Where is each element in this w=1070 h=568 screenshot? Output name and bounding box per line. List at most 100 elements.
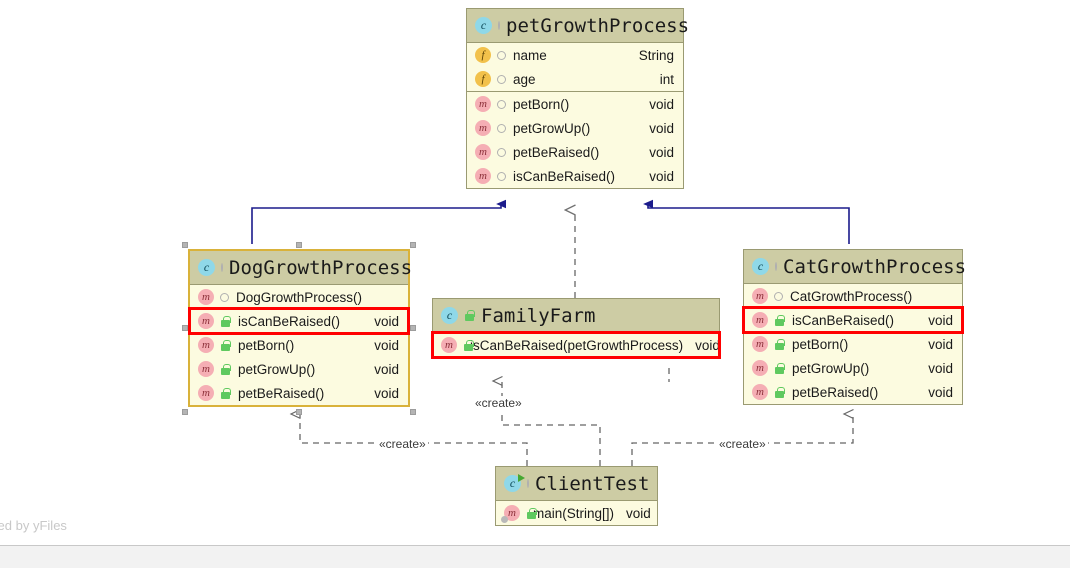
package-visibility-icon [497, 99, 506, 109]
method-icon: m [475, 168, 491, 184]
constructor-row[interactable]: m CatGrowthProcess() [744, 284, 962, 308]
member-name: petGrowUp() [238, 361, 316, 377]
member-name: petBorn() [238, 337, 295, 353]
member-type: void [374, 313, 399, 329]
member-type: void [649, 96, 674, 112]
class-node-clienttest[interactable]: c ClientTest m main(String[]) void [495, 466, 658, 526]
class-title: FamilyFarm [481, 304, 596, 327]
edge-dog-extends-pet [251, 199, 506, 244]
class-header-clienttest[interactable]: c ClientTest [496, 467, 657, 501]
method-row[interactable]: m petBeRaised() void [744, 380, 962, 404]
member-name: isCanBeRaised(petGrowthProcess) [470, 337, 684, 353]
class-header-familyfarm[interactable]: c FamilyFarm [433, 299, 719, 333]
selection-handle-sw[interactable] [182, 409, 188, 415]
package-visibility-icon [497, 74, 506, 84]
methods-section: m isCanBeRaised(petGrowthProcess) void [431, 331, 721, 359]
class-node-familyfarm[interactable]: c FamilyFarm m isCanBeRaised(petGrowthPr… [431, 298, 721, 359]
method-icon: m [198, 385, 214, 401]
selection-handle-nw[interactable] [182, 242, 188, 248]
package-visibility-icon [497, 50, 506, 60]
member-name: petBeRaised() [513, 144, 600, 160]
method-row-highlighted[interactable]: m isCanBeRaised() void [188, 307, 410, 335]
selection-handle-se[interactable] [410, 409, 416, 415]
edge-label-create-left: «create» [377, 437, 428, 451]
selection-handle-e[interactable] [410, 325, 416, 331]
member-name: DogGrowthProcess() [236, 289, 363, 305]
method-icon: m [752, 336, 768, 352]
edge-cat-extends-pet [643, 199, 850, 244]
member-name: petGrowUp() [792, 360, 870, 376]
package-visibility-icon [497, 147, 506, 157]
method-icon: m [752, 312, 768, 328]
selection-handle-ne[interactable] [410, 242, 416, 248]
member-type: void [649, 144, 674, 160]
public-lock-icon [774, 314, 785, 326]
field-row[interactable]: f name String [467, 43, 683, 67]
methods-section: m DogGrowthProcess() m isCanBeRaised() v… [188, 285, 410, 405]
method-row[interactable]: m petBorn() void [744, 332, 962, 356]
member-type: void [928, 312, 953, 328]
class-icon: c [441, 307, 458, 324]
member-name: isCanBeRaised() [792, 312, 895, 328]
member-name: isCanBeRaised() [513, 168, 616, 184]
member-type: void [626, 505, 651, 521]
edge-clienttest-creates-familyfarm [491, 375, 601, 466]
method-icon: m [475, 120, 491, 136]
method-row[interactable]: m petBorn() void [190, 333, 408, 357]
member-name: name [513, 47, 547, 63]
package-visibility-icon [497, 171, 506, 181]
method-icon: m [441, 337, 457, 353]
method-run-icon: m [501, 505, 520, 523]
yfiles-watermark: ered by yFiles [0, 518, 67, 533]
method-row[interactable]: m petBorn() void [467, 92, 683, 116]
selection-handle-w[interactable] [182, 325, 188, 331]
public-lock-icon [774, 362, 785, 374]
class-runnable-icon: c [504, 474, 525, 492]
selection-handle-s[interactable] [296, 409, 302, 415]
public-lock-icon [220, 387, 231, 399]
member-name: petBorn() [792, 336, 849, 352]
member-type: void [374, 385, 399, 401]
class-title: petGrowthProcess [506, 14, 690, 37]
constructor-row[interactable]: m DogGrowthProcess() [190, 285, 408, 309]
class-title: DogGrowthProcess [229, 256, 413, 279]
member-name: isCanBeRaised() [238, 313, 341, 329]
method-row[interactable]: m petGrowUp() void [467, 116, 683, 140]
edge-label-create-middle: «create» [473, 396, 524, 410]
method-row[interactable]: m petGrowUp() void [190, 357, 408, 381]
class-header-catgrowthprocess[interactable]: c CatGrowthProcess [744, 250, 966, 284]
member-type: void [374, 337, 399, 353]
method-row[interactable]: m petGrowUp() void [744, 356, 962, 380]
selection-handle-n[interactable] [296, 242, 302, 248]
method-row[interactable]: m isCanBeRaised() void [467, 164, 683, 188]
class-icon: c [752, 258, 769, 275]
member-name: petBeRaised() [792, 384, 879, 400]
method-row-highlighted[interactable]: m isCanBeRaised(petGrowthProcess) void [431, 331, 721, 359]
class-icon: c [475, 17, 492, 34]
member-name: petBorn() [513, 96, 570, 112]
method-icon: m [198, 289, 214, 305]
method-row[interactable]: m petBeRaised() void [190, 381, 408, 405]
methods-section: m CatGrowthProcess() m isCanBeRaised() v… [742, 284, 964, 404]
method-row-highlighted[interactable]: m isCanBeRaised() void [742, 306, 964, 334]
methods-section: m petBorn() void m petGrowUp() void m pe… [467, 91, 683, 188]
class-node-doggrowthprocess[interactable]: c DogGrowthProcess m DogGrowthProcess() … [188, 249, 412, 407]
class-node-catgrowthprocess[interactable]: c CatGrowthProcess m CatGrowthProcess() … [742, 249, 966, 405]
method-row[interactable]: m main(String[]) void [496, 501, 657, 525]
class-header-doggrowthprocess[interactable]: c DogGrowthProcess [190, 251, 412, 285]
member-type: void [649, 120, 674, 136]
field-row[interactable]: f age int [467, 67, 683, 91]
member-type: void [928, 384, 953, 400]
field-icon: f [475, 47, 491, 63]
member-type: void [695, 337, 720, 353]
uml-diagram-canvas[interactable]: c petGrowthProcess f name String f age i… [0, 0, 1070, 568]
member-type: int [659, 71, 674, 87]
member-type: void [928, 336, 953, 352]
member-name: petGrowUp() [513, 120, 591, 136]
method-row[interactable]: m petBeRaised() void [467, 140, 683, 164]
class-node-petgrowthprocess[interactable]: c petGrowthProcess f name String f age i… [466, 8, 689, 189]
member-name: petBeRaised() [238, 385, 325, 401]
package-visibility-icon [220, 292, 229, 302]
class-header-petgrowthprocess[interactable]: c petGrowthProcess [467, 9, 689, 43]
method-icon: m [752, 384, 768, 400]
